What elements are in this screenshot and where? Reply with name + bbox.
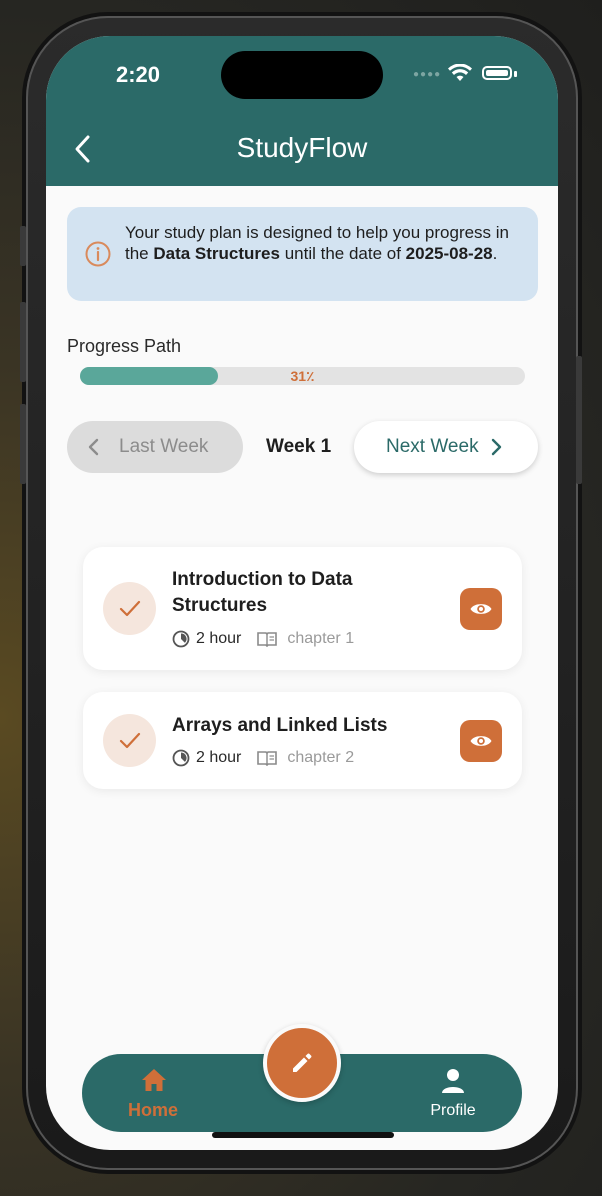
completed-check <box>103 714 156 767</box>
lesson-duration: 2 hour <box>196 630 242 647</box>
eye-icon <box>470 604 492 614</box>
clock-icon <box>172 749 190 767</box>
check-icon <box>119 600 141 617</box>
lesson-meta: 2 hour chapter 1 <box>172 630 354 648</box>
book-icon <box>257 751 278 766</box>
last-week-button[interactable]: Last Week <box>67 421 243 473</box>
chevron-left-icon <box>88 438 99 456</box>
current-week-label: Week 1 <box>266 436 332 457</box>
lesson-chapter: chapter 2 <box>287 749 355 766</box>
home-icon <box>142 1069 166 1091</box>
nav-profile-label: Profile <box>430 1102 476 1119</box>
progress-label: Progress Path <box>67 336 182 356</box>
progress-percent: 31٪ <box>290 368 315 384</box>
lesson-card[interactable]: Introduction to Data Structures 2 hour c… <box>83 547 522 670</box>
lesson-title: Introduction to Data Structures <box>172 569 353 616</box>
next-week-button[interactable]: Next Week <box>354 421 538 473</box>
volume-down-button <box>20 404 26 484</box>
progress-bar: 31٪ <box>80 367 525 385</box>
lesson-card[interactable]: Arrays and Linked Lists 2 hour chapter 2 <box>83 692 522 789</box>
check-icon <box>119 732 141 749</box>
wifi-icon <box>448 64 472 81</box>
lesson-title: Arrays and Linked Lists <box>172 715 388 736</box>
lesson-meta: 2 hour chapter 2 <box>172 749 354 767</box>
lesson-duration: 2 hour <box>196 749 242 766</box>
next-week-label: Next Week <box>386 436 479 457</box>
status-time: 2:20 <box>116 62 161 87</box>
battery-icon <box>482 66 512 80</box>
person-icon <box>442 1069 464 1093</box>
pencil-icon <box>293 1053 312 1072</box>
page-title: StudyFlow <box>236 132 368 163</box>
last-week-label: Last Week <box>119 436 209 457</box>
completed-check <box>103 582 156 635</box>
info-icon <box>85 241 111 267</box>
mute-switch <box>20 226 26 266</box>
volume-up-button <box>20 302 26 382</box>
signal-icon: ●●●● <box>413 69 442 80</box>
view-lesson-button[interactable] <box>460 720 502 762</box>
clock-icon <box>172 630 190 648</box>
app-header: 2:20 ●●●● StudyFlow <box>46 36 558 186</box>
home-indicator <box>212 1132 394 1138</box>
book-icon <box>257 632 278 647</box>
edit-fab-button[interactable] <box>263 1024 341 1102</box>
nav-home[interactable]: Home <box>118 1062 188 1124</box>
dynamic-island <box>221 51 383 99</box>
view-lesson-button[interactable] <box>460 588 502 630</box>
phone-screen: 2:20 ●●●● StudyFlow Your study plan is d… <box>46 36 558 1150</box>
nav-profile[interactable]: Profile <box>416 1062 490 1124</box>
info-text: Your study plan is designed to help you … <box>125 223 510 263</box>
nav-home-label: Home <box>127 1100 178 1120</box>
lesson-chapter: chapter 1 <box>287 630 355 647</box>
battery-tip <box>514 71 517 77</box>
info-banner: Your study plan is designed to help you … <box>67 207 538 301</box>
power-button <box>576 356 582 484</box>
chevron-right-icon <box>491 438 502 456</box>
eye-icon <box>470 736 492 746</box>
